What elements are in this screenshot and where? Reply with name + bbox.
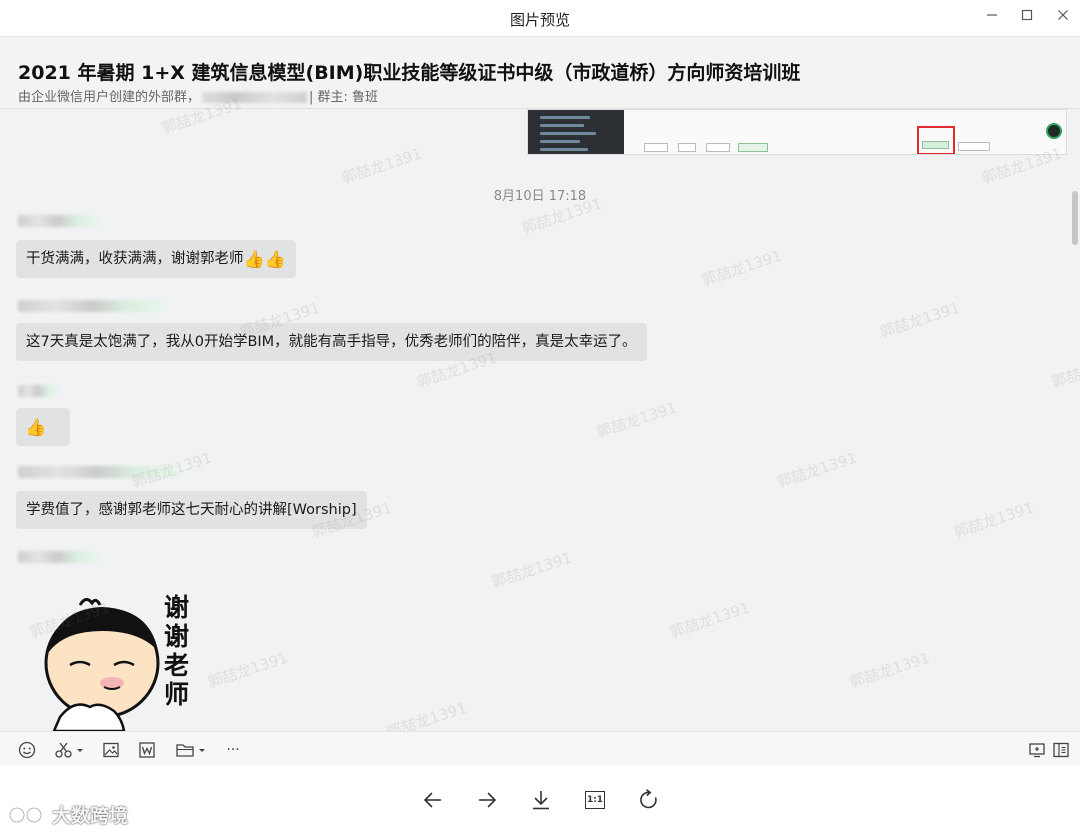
sidebar-icon [1053,742,1069,758]
watermark: 郭喆龙1391 [339,144,425,188]
sidebar-toggle-button[interactable] [1050,740,1072,760]
shared-screenshot-thumbnail[interactable] [527,109,1067,155]
watermark: 郭喆龙1391 [489,548,575,592]
watermark: 郭喆龙1391 [667,598,753,642]
window-title: 图片预览 [509,11,570,29]
sticker-text: 谢谢老师 [164,593,190,709]
next-button[interactable] [473,786,501,814]
image-icon [103,742,119,758]
thumbs-up-icon: 👍👍 [243,250,286,270]
thumbs-up-icon: 👍 [25,418,47,438]
scissors-icon [55,742,83,758]
message-bubble[interactable]: 这7天真是太饱满了，我从0开始学BIM，就能有高手指导，优秀老师们的陪伴，真是太… [16,323,647,361]
sender-name [18,466,178,478]
previous-button[interactable] [419,786,447,814]
emoji-button[interactable] [16,740,38,760]
message-text: 学费值了，感谢郭老师这七天耐心的讲解[Worship] [26,502,357,518]
rotate-button[interactable] [635,786,663,814]
image-button[interactable] [100,740,122,760]
maximize-button[interactable] [1012,4,1042,26]
watermark: 郭喆龙1391 [877,298,963,342]
brand-logo-icon [8,806,43,823]
close-icon [1058,10,1068,20]
arrow-right-icon [479,792,497,808]
message-bubble[interactable]: 👍 [16,408,70,446]
download-button[interactable] [527,786,555,814]
emoji-icon [18,741,36,759]
thank-you-sticker[interactable]: 谢谢老师 [40,591,210,733]
message-text: 这7天真是太饱满了，我从0开始学BIM，就能有高手指导，优秀老师们的陪伴，真是太… [26,334,637,350]
message-timestamp: 8月10日 17:18 [493,189,587,204]
actual-size-button[interactable]: 1:1 [581,786,609,814]
document-button[interactable] [136,740,158,760]
watermark: 郭喆龙1391 [847,648,933,692]
blurred-name [202,92,308,103]
minimize-button[interactable] [977,4,1007,26]
brand-name: 大数跨境 [52,805,129,827]
screenshot-button[interactable] [52,740,86,760]
preview-image: 2021 年暑期 1+X 建筑信息模型(BIM)职业技能等级证书中级（市政道桥）… [0,36,1080,766]
folder-button[interactable] [174,740,208,760]
close-button[interactable] [1048,4,1078,26]
watermark: 郭喆龙1391 [1049,348,1080,392]
folder-icon [176,744,205,757]
group-subtitle: 由企业微信用户创建的外部群， | 群主: 鲁班 [18,86,378,105]
watermark: 郭喆龙1391 [774,448,860,492]
highlight-box [917,126,955,154]
subtitle-owner: | 群主: 鲁班 [309,90,379,105]
screen-icon [1029,743,1045,758]
download-icon [533,791,549,810]
message-bubble[interactable]: 干货满满，收获满满，谢谢郭老师👍👍 [16,240,296,278]
watermark: 郭喆龙1391 [594,398,680,442]
sender-name [18,215,98,227]
sender-name [18,300,166,312]
brand-watermark: 大数跨境 [8,801,128,828]
thumbnail-sidebar [528,110,624,154]
subtitle-prefix: 由企业微信用户创建的外部群， [18,90,201,105]
word-icon [139,742,155,758]
preview-title-bar: 图片预览 [0,0,1080,36]
chat-input-toolbar: ··· [0,731,1080,766]
avatar [1046,123,1062,139]
more-button[interactable]: ··· [222,740,244,760]
maximize-icon [1021,9,1033,21]
minimize-icon [987,14,997,16]
watermark: 郭喆龙1391 [699,246,785,290]
rotate-icon [640,789,657,809]
sender-name [18,551,98,563]
message-bubble[interactable]: 学费值了，感谢郭老师这七天耐心的讲解[Worship] [16,491,367,529]
watermark: 郭喆龙1391 [205,648,291,692]
message-text: 干货满满，收获满满，谢谢郭老师 [26,251,244,267]
arrow-left-icon [423,792,441,808]
sender-name [18,385,58,397]
viewer-controls: 1:1 大数跨境 [0,766,1080,833]
actual-size-label: 1:1 [585,791,605,809]
chat-header: 2021 年暑期 1+X 建筑信息模型(BIM)职业技能等级证书中级（市政道桥）… [0,37,1080,109]
watermark: 郭喆龙1391 [951,498,1037,542]
group-title: 2021 年暑期 1+X 建筑信息模型(BIM)职业技能等级证书中级（市政道桥）… [18,62,801,84]
screen-share-button[interactable] [1026,740,1048,760]
